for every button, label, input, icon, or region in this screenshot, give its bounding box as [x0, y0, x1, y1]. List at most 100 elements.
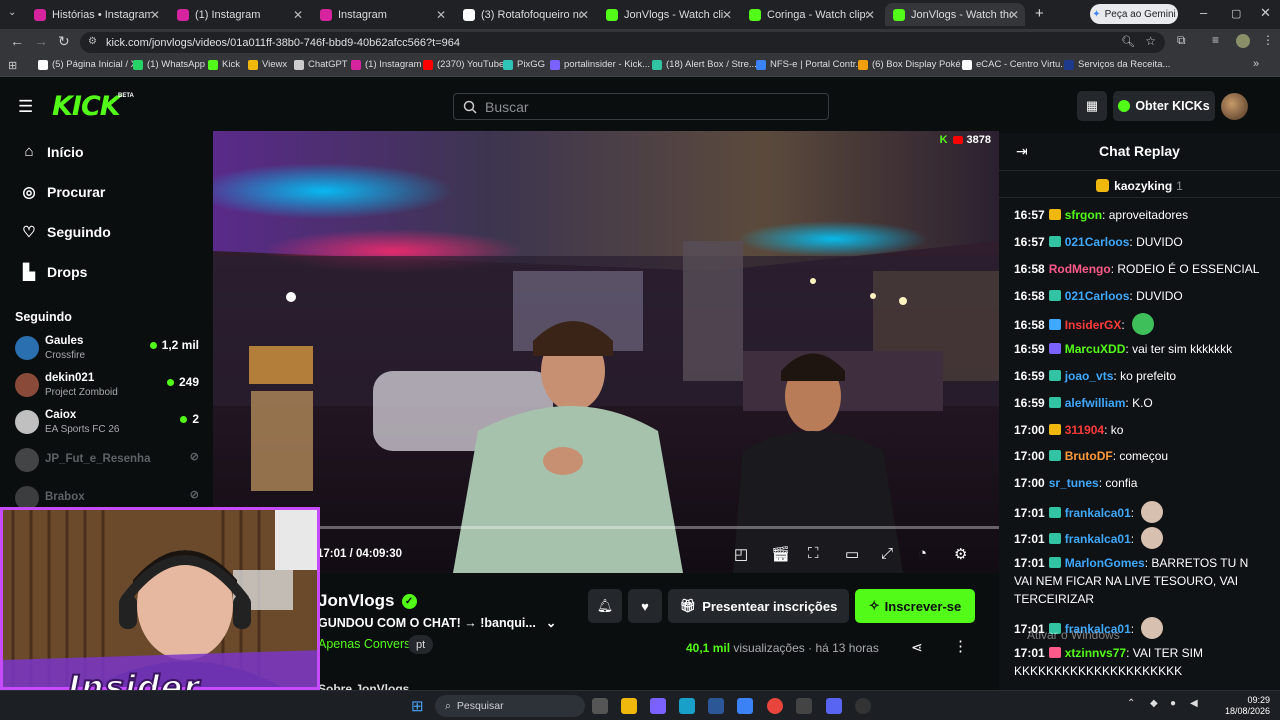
reload-icon[interactable]: ↻ — [58, 33, 70, 50]
bookmark-item[interactable]: eCAC - Centro Virtu... — [962, 59, 1068, 70]
browser-tab[interactable]: Instagram ✕ — [312, 3, 452, 26]
forward-icon[interactable]: → — [34, 33, 48, 49]
app-icon[interactable] — [708, 698, 724, 714]
bookmark-item[interactable]: (1) Instagram — [351, 59, 422, 70]
menu-icon[interactable]: ☰ — [18, 97, 33, 117]
hide-overlay-icon[interactable]: ⛶ — [808, 545, 819, 562]
tab-close-icon[interactable]: ✕ — [436, 8, 446, 22]
extensions-icon[interactable]: ⧉ — [1177, 33, 1186, 48]
speed-icon[interactable]: ◔ — [918, 545, 927, 562]
more-options-icon[interactable]: ⋮ — [953, 637, 968, 655]
language-tag[interactable]: pt — [408, 635, 434, 654]
message-username[interactable]: 311904 — [1065, 423, 1104, 437]
mail-icon[interactable] — [737, 698, 753, 714]
message-username[interactable]: joao_vts — [1065, 369, 1114, 383]
message-username[interactable]: alefwilliam — [1065, 396, 1126, 410]
category-link[interactable]: Apenas Conversa — [318, 637, 417, 651]
task-view-icon[interactable] — [592, 698, 608, 714]
bookmark-item[interactable]: NFS-e | Portal Contr... — [756, 59, 863, 70]
followed-channel[interactable]: Caiox EA Sports FC 26 2 — [15, 407, 205, 439]
nav-home[interactable]: ⌂ Início — [18, 143, 83, 160]
browse-button[interactable]: ▦ — [1077, 91, 1107, 121]
message-username[interactable]: frankalca01 — [1065, 532, 1131, 546]
subscribe-button[interactable]: ✧ Inscrever-se — [855, 589, 975, 623]
zoom-icon[interactable]: 🔍︎ — [1121, 35, 1135, 48]
message-username[interactable]: MarlonGomes — [1065, 556, 1145, 570]
tab-close-icon[interactable]: ✕ — [865, 8, 875, 22]
bookmark-item[interactable]: (2370) YouTube — [423, 59, 504, 70]
minimize-icon[interactable]: – — [1200, 5, 1207, 20]
network-icon[interactable]: ◆ — [1150, 698, 1158, 709]
get-kicks-button[interactable]: Obter KICKs — [1113, 91, 1215, 121]
followed-channel[interactable]: dekin021 Project Zomboid 249 — [15, 370, 205, 402]
mic-icon[interactable]: ● — [1170, 698, 1176, 709]
bookmark-item[interactable]: (5) Página Inicial / X — [38, 59, 137, 70]
message-username[interactable]: frankalca01 — [1065, 506, 1131, 520]
message-username[interactable]: sfrgon — [1065, 208, 1102, 222]
file-explorer-icon[interactable] — [621, 698, 637, 714]
bookmark-star-icon[interactable]: ☆ — [1145, 34, 1156, 48]
taskbar-search[interactable]: ⌕ Pesquisar — [435, 695, 585, 717]
settings-gear-icon[interactable]: ⚙ — [954, 545, 967, 563]
copilot-icon[interactable] — [650, 698, 666, 714]
profile-icon[interactable] — [1236, 34, 1250, 48]
bookmark-item[interactable]: Serviços da Receita... — [1064, 59, 1170, 70]
message-username[interactable]: sr_tunes — [1049, 476, 1099, 490]
browser-menu-icon[interactable]: ⋮ — [1262, 33, 1274, 47]
more-bookmarks-icon[interactable]: » — [1253, 58, 1259, 70]
message-username[interactable]: xtzinnvs77 — [1065, 646, 1126, 660]
back-icon[interactable]: ← — [10, 33, 24, 49]
message-username[interactable]: BrutoDF — [1065, 449, 1113, 463]
fullscreen-icon[interactable]: ⤢ — [881, 545, 893, 562]
browser-tab[interactable]: (1) Instagram ✕ — [169, 3, 309, 26]
bookmark-item[interactable]: portalinsider - Kick... — [550, 59, 650, 70]
restore-icon[interactable]: ▢ — [1231, 7, 1241, 20]
url-field[interactable]: ⚙ kick.com/jonvlogs/videos/01a011ff-38b0… — [80, 32, 1165, 53]
edge-icon[interactable] — [679, 698, 695, 714]
notifications-button[interactable]: 🔔︎ — [588, 589, 622, 623]
bookmark-item[interactable]: Kick — [208, 59, 240, 70]
browser-tab[interactable]: JonVlogs - Watch clips on K✕ — [598, 3, 738, 26]
progress-bar[interactable] — [213, 526, 999, 529]
apps-icon[interactable]: ⊞ — [8, 59, 17, 72]
clip-icon[interactable]: 🎬︎ — [771, 545, 790, 563]
kick-logo[interactable]: KICK — [52, 91, 121, 122]
tab-search-icon[interactable]: ⌄ — [8, 7, 16, 18]
message-username[interactable]: 021Carloos — [1065, 235, 1130, 249]
close-window-icon[interactable]: ✕ — [1260, 5, 1271, 21]
pinned-gifter[interactable]: kaozyking 1 — [999, 174, 1280, 198]
message-username[interactable]: MarcuXDD — [1065, 342, 1126, 356]
message-username[interactable]: InsiderGX — [1065, 318, 1122, 332]
tray-chevron-icon[interactable]: ⌃ — [1127, 698, 1135, 709]
tab-close-icon[interactable]: ✕ — [293, 8, 303, 22]
bookmark-item[interactable]: Viewx — [248, 59, 287, 70]
volume-icon[interactable]: ◀ — [1190, 698, 1198, 709]
theater-mode-icon[interactable]: ▭ — [845, 545, 859, 563]
bookmark-item[interactable]: (6) Box Display Poké... — [858, 59, 969, 70]
new-tab-button[interactable]: + — [1035, 5, 1044, 22]
obs-icon[interactable] — [855, 698, 871, 714]
followed-channel[interactable]: Gaules Crossfire 1,2 mil — [15, 333, 205, 365]
chrome-icon[interactable] — [767, 698, 783, 714]
follow-button[interactable]: ♥ — [628, 589, 662, 623]
browser-tab[interactable]: JonVlogs - Watch the VOD✕ — [885, 3, 1025, 26]
nav-browse[interactable]: ◎ Procurar — [18, 183, 105, 201]
video-player[interactable]: K 3878 17:01 / 04:09:30 ◰ 🎬︎ ⛶ ▭ ⤢ ◔ ⚙ — [213, 131, 999, 573]
media-icon[interactable]: ≡ — [1212, 33, 1219, 47]
tab-close-icon[interactable]: ✕ — [150, 8, 160, 22]
tab-close-icon[interactable]: ✕ — [1009, 8, 1019, 22]
followed-channel[interactable]: JP_Fut_e_Resenha ⊘ — [15, 445, 205, 477]
windows-start-icon[interactable]: ⊞ — [411, 697, 424, 715]
bookmark-item[interactable]: (1) WhatsApp — [133, 59, 205, 70]
browser-tab[interactable]: Histórias • Instagram ✕ — [26, 3, 166, 26]
share-icon[interactable]: ⋖ — [911, 639, 923, 656]
bookmark-item[interactable]: ChatGPT — [294, 59, 348, 70]
bookmark-item[interactable]: PixGG — [503, 59, 545, 70]
channel-name[interactable]: JonVlogs ✓ — [318, 591, 417, 611]
tab-close-icon[interactable]: ✕ — [579, 8, 589, 22]
search-input[interactable]: Buscar — [453, 93, 829, 120]
pip-icon[interactable]: ◰ — [734, 545, 748, 563]
nav-following[interactable]: ♡ Seguindo — [18, 223, 111, 241]
user-avatar[interactable] — [1221, 93, 1248, 120]
bookmark-item[interactable]: (18) Alert Box / Stre... — [652, 59, 757, 70]
